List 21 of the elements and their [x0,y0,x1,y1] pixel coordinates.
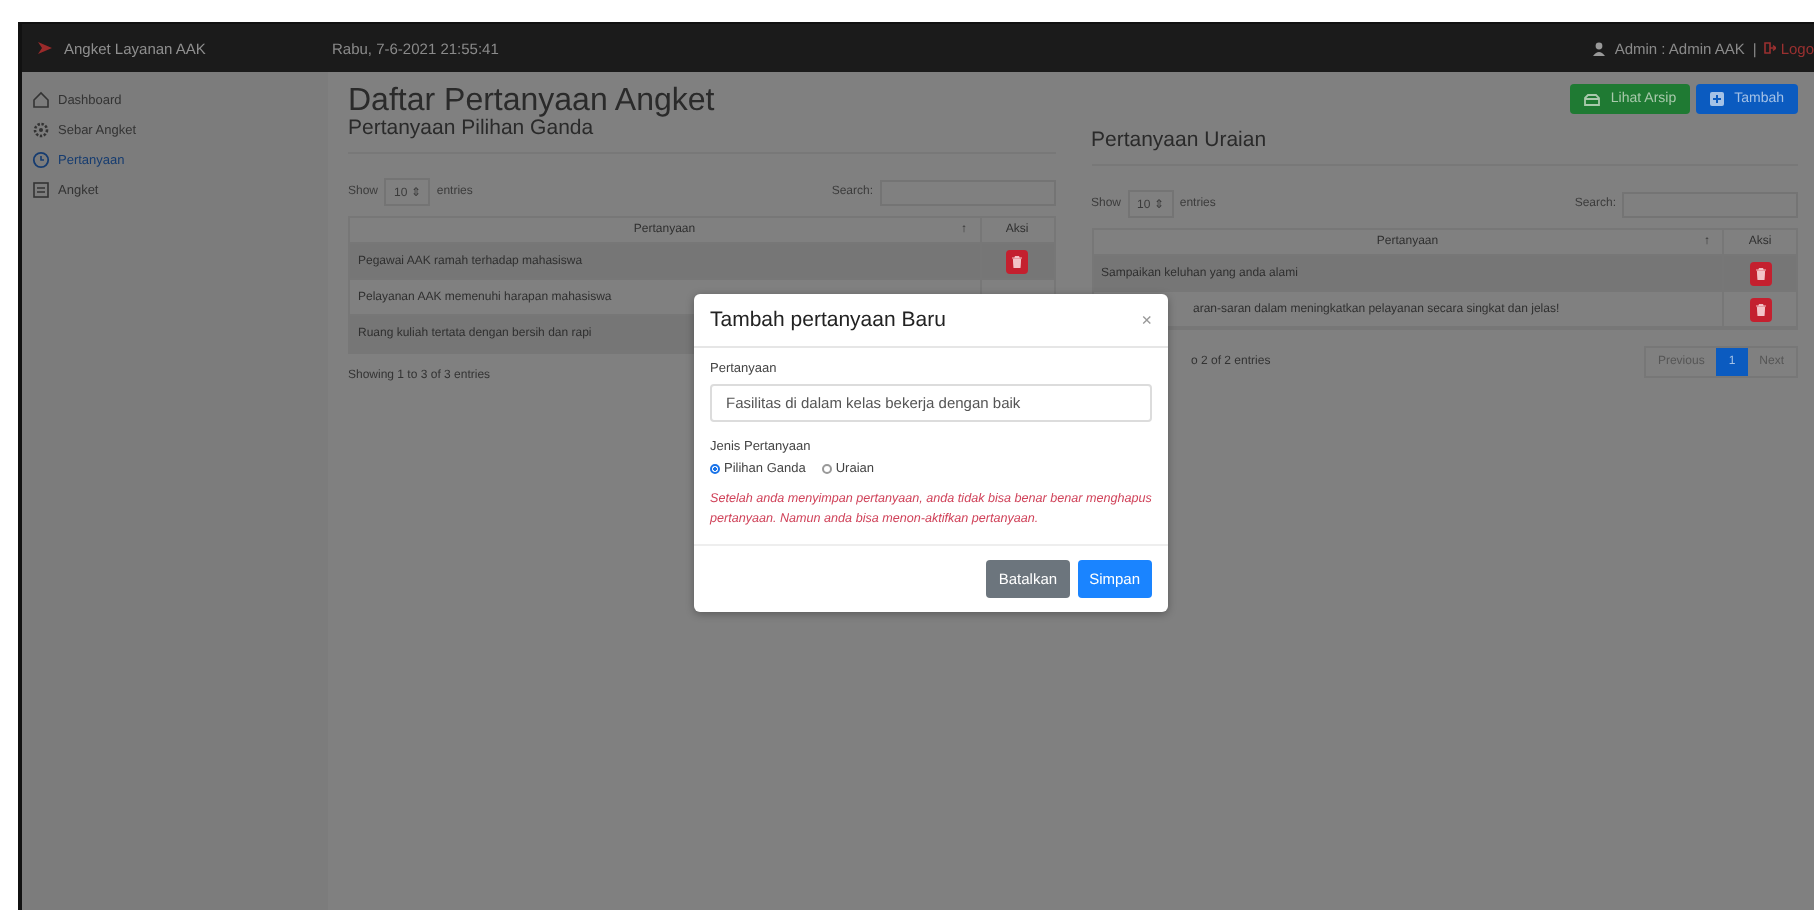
close-button[interactable]: × [1141,310,1152,330]
radio-icon[interactable] [821,464,832,474]
home-icon [32,90,50,110]
exit-icon [1764,42,1777,54]
clock-icon [32,150,50,170]
trash-icon [1755,303,1765,315]
delete-button[interactable] [1006,249,1028,273]
section-heading: Pertanyaan Pilihan Ganda [348,116,1055,154]
arrow-icon [38,40,52,56]
trash-icon [1755,267,1765,279]
section-heading: Pertanyaan Uraian [1091,128,1798,166]
radio-icon[interactable] [710,464,720,474]
delete-button[interactable] [1749,261,1771,285]
gear-icon [32,120,50,140]
delete-button[interactable] [1749,297,1771,321]
trash-icon [1012,255,1022,267]
plus-icon [1710,92,1725,106]
tray-icon [1584,93,1601,105]
page-title: Daftar Pertanyaan Angket [348,84,715,118]
list-icon [32,180,50,200]
user-icon [1592,41,1607,55]
